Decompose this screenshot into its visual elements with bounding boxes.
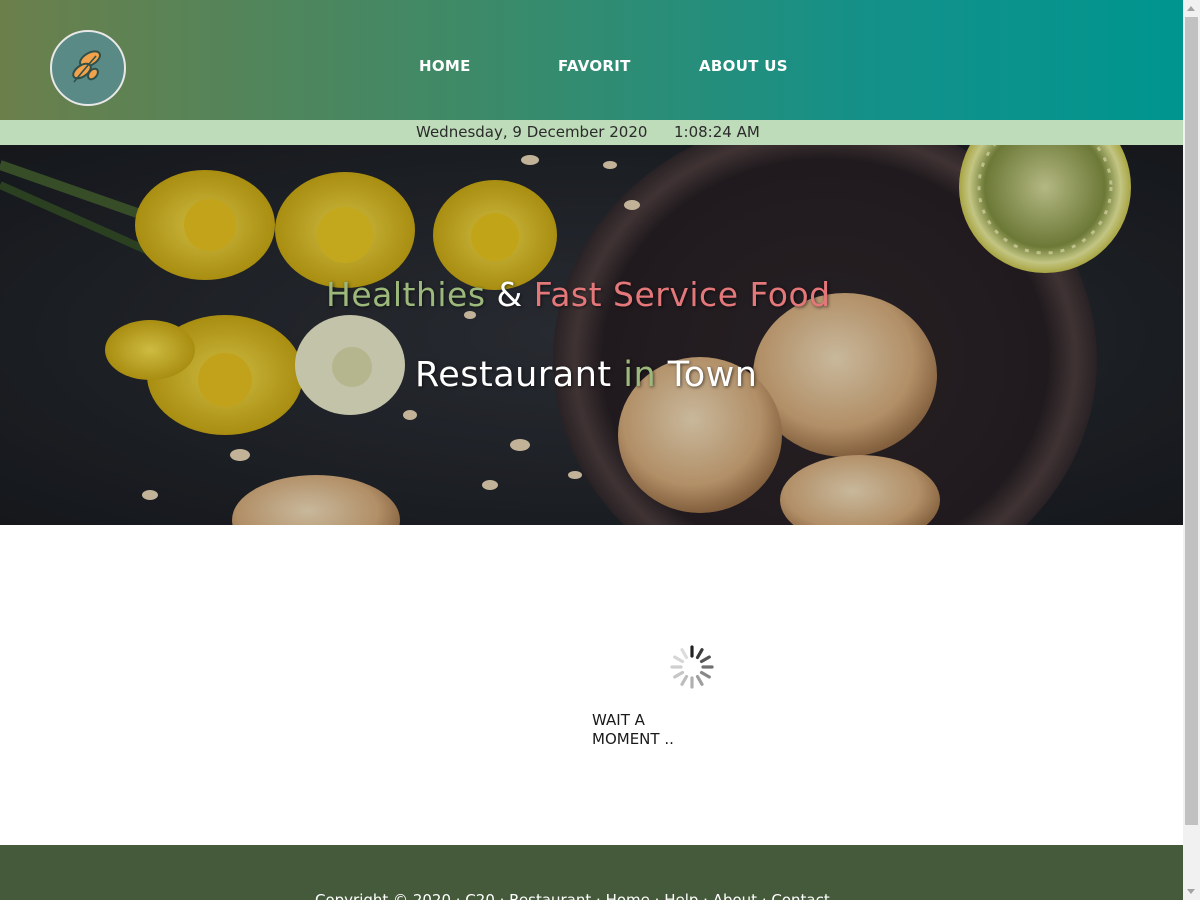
- loading-text: WAIT A MOMENT ..: [592, 711, 674, 748]
- site-logo[interactable]: [50, 30, 126, 106]
- headline-fast-service-food: Fast Service Food: [533, 275, 831, 314]
- leaf-logo-icon: [72, 50, 101, 83]
- subline-town: Town: [656, 355, 758, 395]
- current-time: 1:08:24 AM: [674, 123, 760, 141]
- hero-headline: Healthies & Fast Service Food: [326, 275, 831, 314]
- headline-ampersand: &: [485, 275, 534, 314]
- site-footer: Copyright © 2020 · C20 · Restaurant · Ho…: [0, 845, 1183, 900]
- nav-home[interactable]: HOME: [419, 57, 471, 75]
- subline-in: in: [623, 355, 657, 395]
- loading-section: WAIT A MOMENT ..: [0, 525, 1183, 845]
- footer-copyright: Copyright © 2020 · C20 · Restaurant · Ho…: [315, 891, 830, 900]
- current-date: Wednesday, 9 December 2020: [416, 123, 648, 141]
- loading-spinner-icon: [670, 645, 714, 689]
- hero-subline: Restaurant in Town: [415, 355, 757, 395]
- page: HOME FAVORIT ABOUT US Wednesday, 9 Decem…: [0, 0, 1183, 900]
- page-scrollbar[interactable]: [1183, 0, 1200, 900]
- site-header: HOME FAVORIT ABOUT US: [0, 0, 1183, 120]
- scroll-down-arrow-icon[interactable]: [1187, 889, 1195, 894]
- subline-restaurant: Restaurant: [415, 355, 624, 395]
- nav-about-us[interactable]: ABOUT US: [699, 57, 788, 75]
- hero-banner: Healthies & Fast Service Food Restaurant…: [0, 145, 1183, 525]
- headline-healthies: Healthies: [326, 275, 486, 314]
- scroll-thumb[interactable]: [1185, 17, 1198, 825]
- date-time-bar: Wednesday, 9 December 2020 1:08:24 AM: [0, 120, 1183, 145]
- nav-favorit[interactable]: FAVORIT: [558, 57, 631, 75]
- scroll-up-arrow-icon[interactable]: [1187, 6, 1195, 11]
- hero-background-image: [0, 145, 1183, 525]
